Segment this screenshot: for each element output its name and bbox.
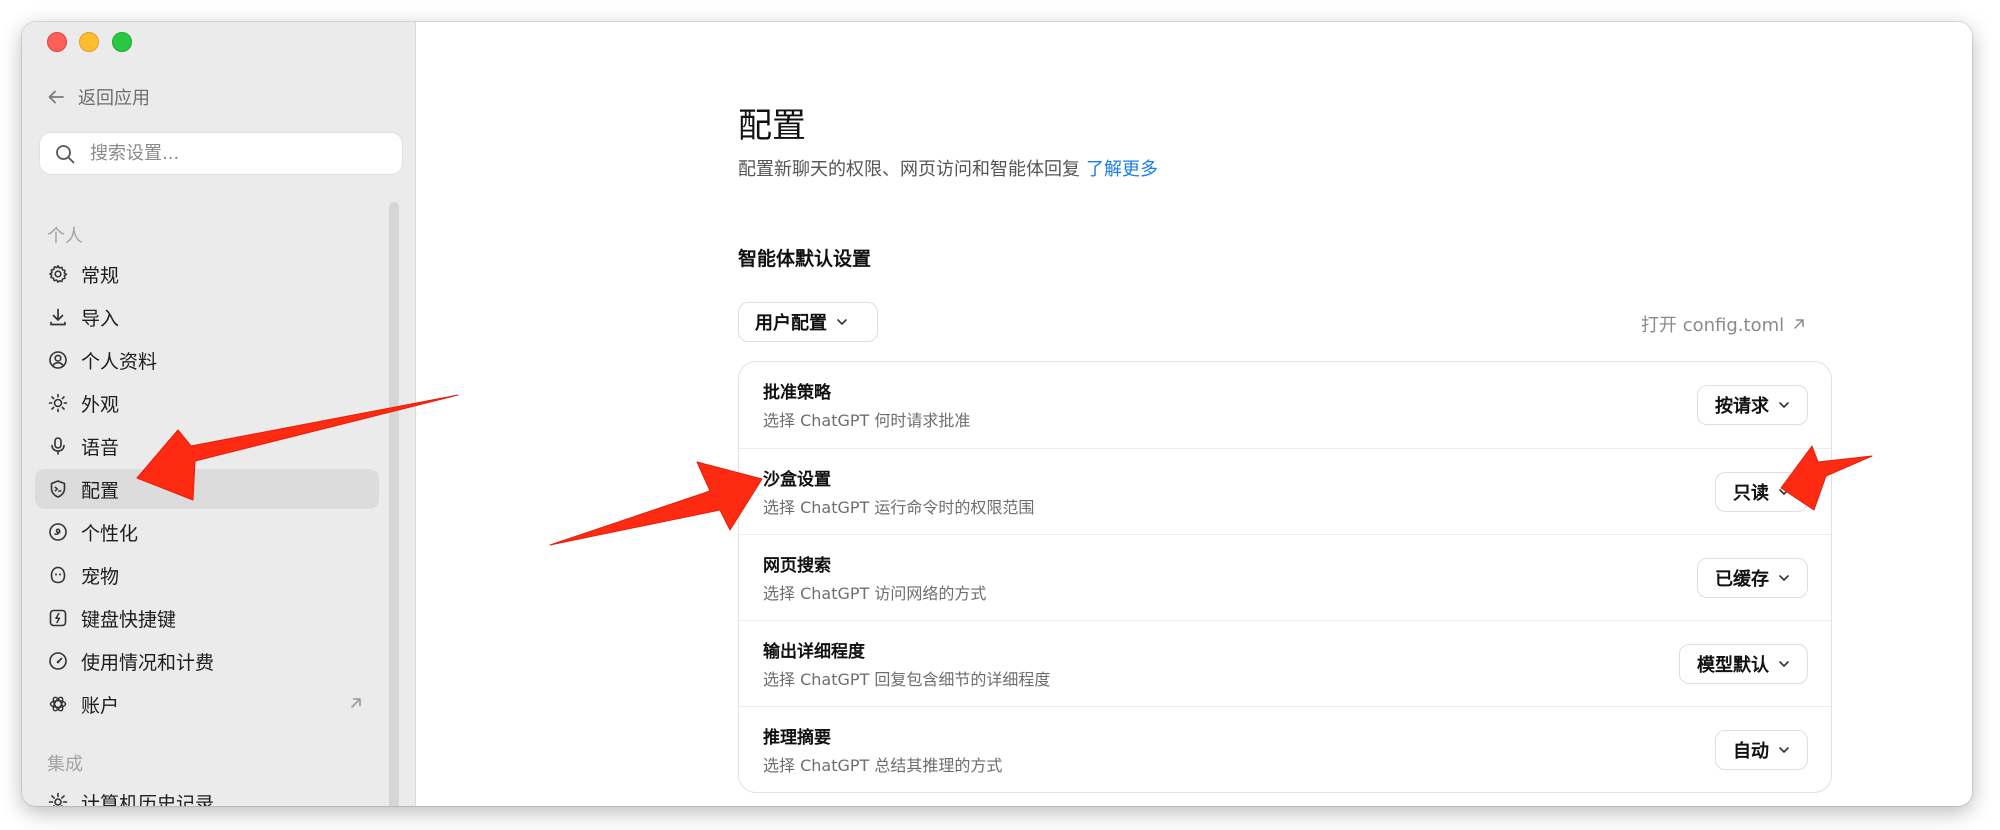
sidebar-item-label: 宠物 — [81, 565, 120, 588]
setting-row-verbosity: 输出详细程度 选择 ChatGPT 回复包含细节的详细程度 模型默认 — [739, 620, 1831, 707]
section-title: 智能体默认设置 — [738, 248, 872, 270]
sidebar-item-label: 导入 — [81, 307, 120, 330]
back-label: 返回应用 — [78, 88, 150, 109]
setting-row-sandbox: 沙盒设置 选择 ChatGPT 运行命令时的权限范围 只读 — [739, 448, 1831, 535]
select-value: 自动 — [1733, 741, 1769, 762]
select-value: 按请求 — [1715, 396, 1769, 417]
app-window: 返回应用 个人 常规 导入 个人资料 外观 语音 配置 — [22, 22, 1972, 806]
search-box[interactable] — [39, 132, 403, 175]
sidebar-item-config[interactable]: 配置 — [35, 469, 379, 509]
settings-card: 批准策略 选择 ChatGPT 何时请求批准 按请求 沙盒设置 选择 ChatG… — [738, 361, 1832, 793]
verbosity-select[interactable]: 模型默认 — [1679, 644, 1808, 684]
sidebar-item-voice[interactable]: 语音 — [35, 426, 379, 466]
sidebar-item-label: 键盘快捷键 — [81, 608, 177, 631]
arrow-left-icon — [48, 90, 64, 104]
sidebar-item-label: 计算机历史记录 — [81, 792, 215, 807]
shield-icon — [47, 478, 69, 500]
page-subtitle: 配置新聊天的权限、网页访问和智能体回复 了解更多 — [738, 155, 1158, 181]
chevron-down-icon — [1779, 575, 1789, 581]
profile-select-label: 用户配置 — [755, 313, 827, 334]
setting-title: 输出详细程度 — [763, 642, 865, 662]
select-value: 只读 — [1733, 483, 1769, 504]
setting-title: 推理摘要 — [763, 728, 831, 748]
main-content: 配置 配置新聊天的权限、网页访问和智能体回复 了解更多 智能体默认设置 用户配置 … — [416, 22, 1972, 806]
chevron-down-icon — [1779, 661, 1789, 667]
page-title: 配置 — [738, 106, 806, 146]
window-close-button[interactable] — [47, 32, 67, 52]
sidebar-item-usage-billing[interactable]: 使用情况和计费 — [35, 641, 379, 681]
setting-title: 沙盒设置 — [763, 470, 831, 490]
sandbox-select[interactable]: 只读 — [1715, 472, 1808, 512]
chevron-down-icon — [1779, 489, 1789, 495]
sidebar-item-pet[interactable]: 宠物 — [35, 555, 379, 595]
microphone-icon — [47, 435, 69, 457]
window-zoom-button[interactable] — [112, 32, 132, 52]
sidebar-item-label: 外观 — [81, 393, 120, 416]
history-icon — [47, 791, 69, 806]
select-value: 模型默认 — [1697, 655, 1769, 676]
external-link-icon — [1794, 319, 1804, 329]
open-config-label: 打开 config.toml — [1641, 315, 1785, 336]
sidebar-item-label: 使用情况和计费 — [81, 651, 215, 674]
approval-policy-select[interactable]: 按请求 — [1697, 385, 1808, 425]
sidebar-item-label: 常规 — [81, 264, 120, 287]
sidebar: 返回应用 个人 常规 导入 个人资料 外观 语音 配置 — [22, 22, 416, 806]
openai-icon — [47, 693, 69, 715]
subtitle-text: 配置新聊天的权限、网页访问和智能体回复 — [738, 159, 1080, 180]
chevron-down-icon — [1779, 402, 1789, 408]
gear-icon — [47, 263, 69, 285]
sidebar-item-profile[interactable]: 个人资料 — [35, 340, 379, 380]
personalize-icon — [47, 521, 69, 543]
sidebar-item-account[interactable]: 账户 — [35, 684, 379, 724]
setting-description: 选择 ChatGPT 何时请求批准 — [763, 411, 971, 430]
sidebar-item-label: 个性化 — [81, 522, 139, 545]
setting-description: 选择 ChatGPT 回复包含细节的详细程度 — [763, 670, 1051, 689]
keyboard-icon — [47, 607, 69, 629]
section-label-personal: 个人 — [47, 226, 83, 247]
pet-icon — [47, 564, 69, 586]
profile-icon — [47, 349, 69, 371]
sidebar-item-keyboard-shortcuts[interactable]: 键盘快捷键 — [35, 598, 379, 638]
external-link-icon — [347, 694, 365, 717]
sidebar-item-computer-history[interactable]: 计算机历史记录 — [35, 782, 379, 806]
sidebar-item-general[interactable]: 常规 — [35, 254, 379, 294]
setting-row-approval-policy: 批准策略 选择 ChatGPT 何时请求批准 按请求 — [739, 362, 1831, 448]
section-label-integration: 集成 — [47, 754, 83, 775]
sidebar-item-personalization[interactable]: 个性化 — [35, 512, 379, 552]
back-to-app-button[interactable]: 返回应用 — [46, 83, 150, 111]
sidebar-item-label: 语音 — [81, 436, 120, 459]
setting-title: 网页搜索 — [763, 556, 831, 576]
sidebar-item-label: 个人资料 — [81, 350, 158, 373]
setting-description: 选择 ChatGPT 总结其推理的方式 — [763, 756, 1003, 775]
chevron-down-icon — [1779, 747, 1789, 753]
sidebar-item-label: 配置 — [81, 479, 120, 502]
gauge-icon — [47, 650, 69, 672]
web-search-select[interactable]: 已缓存 — [1697, 558, 1808, 598]
sun-icon — [47, 392, 69, 414]
profile-select[interactable]: 用户配置 — [738, 302, 878, 342]
reasoning-summary-select[interactable]: 自动 — [1715, 730, 1808, 770]
learn-more-link[interactable]: 了解更多 — [1086, 159, 1158, 180]
window-minimize-button[interactable] — [79, 32, 99, 52]
setting-row-reasoning-summary: 推理摘要 选择 ChatGPT 总结其推理的方式 自动 — [739, 706, 1831, 793]
setting-description: 选择 ChatGPT 运行命令时的权限范围 — [763, 498, 1035, 517]
open-config-link[interactable]: 打开 config.toml — [1641, 311, 1807, 337]
search-icon — [56, 144, 75, 163]
sidebar-scrollbar[interactable] — [389, 202, 399, 806]
setting-description: 选择 ChatGPT 访问网络的方式 — [763, 584, 987, 603]
chevron-down-icon — [837, 319, 847, 325]
download-icon — [47, 306, 69, 328]
select-value: 已缓存 — [1715, 569, 1769, 590]
sidebar-item-import[interactable]: 导入 — [35, 297, 379, 337]
setting-title: 批准策略 — [763, 383, 831, 403]
setting-row-web-search: 网页搜索 选择 ChatGPT 访问网络的方式 已缓存 — [739, 534, 1831, 621]
sidebar-item-label: 账户 — [81, 694, 120, 717]
search-input[interactable] — [88, 142, 372, 165]
sidebar-item-appearance[interactable]: 外观 — [35, 383, 379, 423]
